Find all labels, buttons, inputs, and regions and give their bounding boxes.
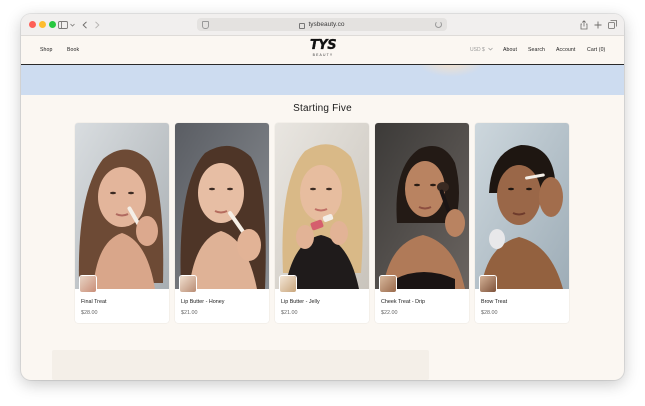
forward-icon[interactable]	[93, 18, 101, 31]
chevron-down-icon	[488, 47, 493, 51]
product-photo[interactable]	[275, 123, 369, 289]
sidebar-icon[interactable]	[57, 18, 69, 31]
back-icon[interactable]	[81, 18, 89, 31]
content-placeholder-block	[52, 350, 429, 380]
currency-label: USD $	[470, 47, 485, 53]
browser-window: tysbeauty.co Shop Book TYS BEAUTY USD $ …	[21, 14, 624, 380]
product-thumbnail[interactable]	[379, 275, 397, 293]
product-name[interactable]: Final Treat	[81, 299, 106, 305]
product-photo[interactable]	[375, 123, 469, 289]
product-name[interactable]: Lip Butter - Honey	[181, 299, 224, 305]
section-title: Starting Five	[293, 103, 352, 114]
nav-account[interactable]: Account	[556, 47, 575, 53]
nav-about[interactable]: About	[503, 47, 517, 53]
product-card[interactable]: Brow Treat $28.00	[475, 123, 569, 323]
site-header: Shop Book TYS BEAUTY USD $ About Search …	[21, 36, 624, 64]
product-card[interactable]: Lip Butter - Honey $21.00	[175, 123, 269, 323]
address-bar[interactable]: tysbeauty.co	[197, 18, 447, 31]
product-price: $28.00	[481, 310, 498, 316]
nav-shop[interactable]: Shop	[40, 47, 53, 53]
hero-banner	[21, 65, 624, 95]
shield-icon[interactable]	[202, 21, 209, 29]
product-thumbnail[interactable]	[479, 275, 497, 293]
minimize-window-button[interactable]	[39, 21, 46, 28]
browser-toolbar: tysbeauty.co	[21, 14, 624, 36]
share-icon[interactable]	[579, 18, 589, 31]
banner-glow	[416, 65, 486, 77]
product-price: $22.00	[381, 310, 398, 316]
product-card[interactable]: Cheek Treat - Drip $22.00	[375, 123, 469, 323]
product-name[interactable]: Cheek Treat - Drip	[381, 299, 425, 305]
close-window-button[interactable]	[29, 21, 36, 28]
product-thumbnail[interactable]	[279, 275, 297, 293]
product-name[interactable]: Lip Butter - Jelly	[281, 299, 320, 305]
product-price: $28.00	[81, 310, 98, 316]
product-card[interactable]: Lip Butter - Jelly $21.00	[275, 123, 369, 323]
logo-wordmark: TYS	[309, 38, 337, 53]
product-price: $21.00	[281, 310, 298, 316]
new-tab-icon[interactable]	[593, 18, 603, 31]
brand-logo[interactable]: TYS BEAUTY	[303, 39, 343, 61]
product-photo[interactable]	[475, 123, 569, 289]
chevron-down-icon[interactable]	[69, 18, 75, 31]
nav-cart[interactable]: Cart (0)	[587, 47, 605, 53]
nav-search[interactable]: Search	[528, 47, 545, 53]
tabs-icon[interactable]	[607, 18, 617, 31]
product-price: $21.00	[181, 310, 198, 316]
url-text: tysbeauty.co	[308, 21, 345, 28]
nav-book[interactable]: Book	[67, 47, 79, 53]
product-photo[interactable]	[75, 123, 169, 289]
logo-subtitle: BEAUTY	[312, 53, 334, 57]
product-thumbnail[interactable]	[79, 275, 97, 293]
product-name[interactable]: Brow Treat	[481, 299, 507, 305]
reload-icon[interactable]	[435, 21, 442, 28]
product-photo[interactable]	[175, 123, 269, 289]
lock-icon	[299, 22, 306, 29]
product-thumbnail[interactable]	[179, 275, 197, 293]
zoom-window-button[interactable]	[49, 21, 56, 28]
product-card[interactable]: Final Treat $28.00	[75, 123, 169, 323]
currency-selector[interactable]: USD $	[470, 47, 493, 53]
